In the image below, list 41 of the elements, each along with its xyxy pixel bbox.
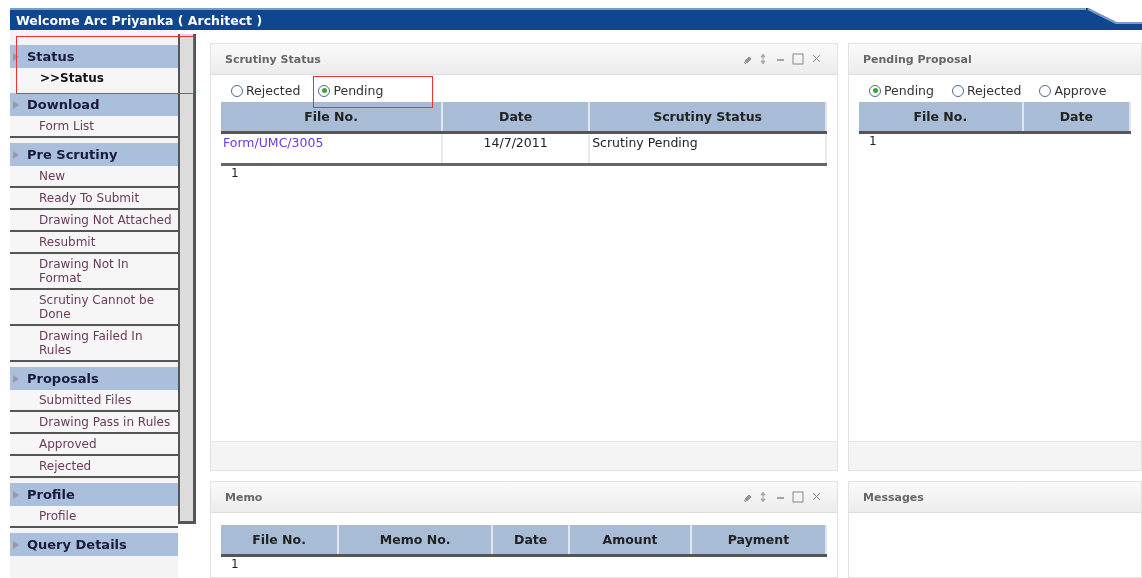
arrow-icon bbox=[13, 490, 19, 499]
column-header: Date bbox=[492, 525, 570, 556]
menu-group-header[interactable]: Proposals bbox=[10, 367, 178, 390]
radio-option[interactable]: Pending bbox=[869, 83, 934, 98]
column-header: File No. bbox=[859, 102, 1023, 133]
arrow-icon bbox=[13, 540, 19, 549]
column-header: Payment bbox=[691, 525, 826, 556]
arrow-icon bbox=[13, 100, 19, 109]
radio-button[interactable] bbox=[869, 84, 881, 97]
header-tail-icon bbox=[1086, 8, 1142, 30]
column-header: File No. bbox=[221, 102, 443, 133]
table-cell: 14/7/2011 bbox=[442, 132, 590, 165]
arrow-icon bbox=[13, 374, 19, 383]
radio-button[interactable] bbox=[318, 84, 331, 97]
radio-button[interactable] bbox=[231, 84, 243, 97]
file-link[interactable]: Form/UMC/3005 bbox=[221, 132, 443, 165]
arrow-icon bbox=[13, 52, 19, 61]
panel-title: Memo bbox=[225, 490, 263, 504]
column-header: Date bbox=[1022, 102, 1130, 133]
menu-group-header[interactable]: Pre Scrutiny bbox=[10, 143, 178, 166]
column-header: File No. bbox=[221, 525, 339, 556]
radio-option[interactable]: Pending bbox=[318, 83, 384, 98]
panel-title: Pending Proposal bbox=[863, 52, 972, 66]
scrollbar[interactable] bbox=[178, 34, 196, 524]
menu-group-header[interactable]: Status bbox=[10, 45, 178, 68]
column-header: Amount bbox=[569, 525, 691, 556]
column-header: Memo No. bbox=[338, 525, 493, 556]
panel-title: Scrutiny Status bbox=[225, 52, 321, 66]
menu-group-header[interactable]: Download bbox=[10, 93, 178, 116]
column-header: Scrutiny Status bbox=[589, 102, 826, 133]
column-header: Date bbox=[442, 102, 590, 133]
panel-title: Messages bbox=[863, 490, 924, 504]
table-cell: Scrutiny Pending bbox=[589, 132, 826, 165]
radio-button[interactable] bbox=[1039, 84, 1052, 97]
radio-button[interactable] bbox=[952, 84, 964, 97]
arrow-icon bbox=[13, 150, 19, 159]
radio-option[interactable]: Rejected bbox=[952, 83, 1022, 98]
radio-option[interactable]: Approve bbox=[1039, 83, 1107, 98]
radio-option[interactable]: Rejected bbox=[231, 83, 301, 98]
menu-group-header[interactable]: Query Details bbox=[10, 533, 178, 556]
menu-group-header[interactable]: Profile bbox=[10, 483, 178, 506]
